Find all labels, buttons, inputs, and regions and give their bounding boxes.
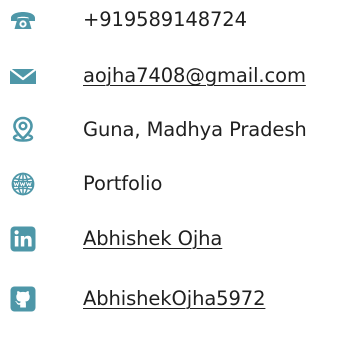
- contact-email-row[interactable]: aojha7408@gmail.com: [0, 56, 354, 96]
- globe-icon: [8, 169, 38, 199]
- contact-list: +919589148724 aojha7408@gmail.com Guna, …: [0, 0, 354, 345]
- contact-linkedin-row[interactable]: Abhishek Ojha: [0, 219, 354, 259]
- github-icon: [8, 284, 38, 314]
- phone-icon: [8, 5, 38, 35]
- email-link[interactable]: aojha7408@gmail.com: [83, 56, 306, 96]
- location-pin-icon: [8, 115, 38, 145]
- contact-portfolio-row[interactable]: Portfolio: [0, 164, 354, 204]
- contact-location-row: Guna, Madhya Pradesh: [0, 110, 354, 150]
- portfolio-link[interactable]: Portfolio: [83, 164, 162, 204]
- phone-number: +919589148724: [83, 8, 247, 31]
- contact-phone-row: +919589148724: [0, 0, 354, 40]
- contact-github-row[interactable]: AbhishekOjha5972: [0, 279, 354, 319]
- mail-icon: [8, 61, 38, 91]
- linkedin-link[interactable]: Abhishek Ojha: [83, 219, 222, 259]
- linkedin-icon: [8, 224, 38, 254]
- github-link[interactable]: AbhishekOjha5972: [83, 279, 266, 319]
- location-text: Guna, Madhya Pradesh: [83, 118, 307, 141]
